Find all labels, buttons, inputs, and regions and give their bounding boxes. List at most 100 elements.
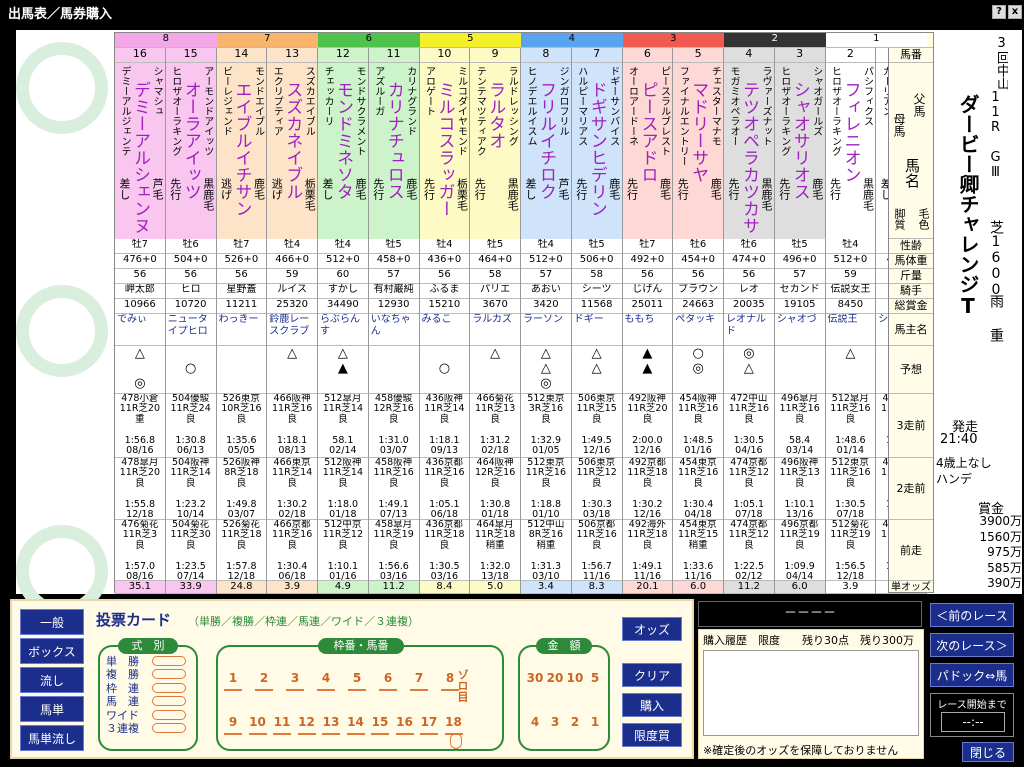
amount-20[interactable]: 20 [546, 671, 564, 685]
umaban-4[interactable]: 4 [317, 671, 335, 685]
mode-umatan-button[interactable]: 馬単 [20, 696, 84, 722]
umaban-bar [297, 733, 316, 735]
bet-type-row[interactable]: 馬 連 [106, 695, 192, 708]
horse-name[interactable]: デミーアルシェンヌ [128, 81, 153, 239]
prediction-mark: ○ [184, 361, 197, 376]
race-3-back-line [623, 425, 673, 435]
race-2-back-line [420, 489, 470, 499]
race-last-line: 良 [439, 539, 450, 551]
coat-color: 鹿毛 [709, 178, 723, 200]
zoro-toggle[interactable] [450, 733, 462, 749]
race-3-back-line: 03/07 [379, 444, 408, 456]
load-weight: 57 [521, 269, 571, 284]
prize-2: 1560万 [979, 529, 1022, 544]
sex-age: 牡6 [673, 239, 723, 254]
win-odds: 3.9 [267, 581, 317, 594]
bet-type-row[interactable]: 単 勝 [106, 655, 192, 668]
umaban-6[interactable]: 6 [379, 671, 397, 685]
race-2-back: 512阪神 11R芝14 良 1:18.0 01/18 [318, 458, 368, 520]
umaban-18[interactable]: 18 [445, 715, 463, 729]
limit-buy-button[interactable]: 限度買 [622, 723, 682, 747]
umaban-17[interactable]: 17 [420, 715, 438, 729]
amount-30[interactable]: 30 [526, 671, 544, 685]
umaban-1[interactable]: 1 [224, 671, 242, 685]
umaban-11[interactable]: 11 [273, 715, 291, 729]
amount-5[interactable]: 5 [586, 671, 604, 685]
horse-name[interactable]: スズカネイブル [280, 81, 305, 239]
win-odds: 3.9 [825, 581, 876, 594]
help-button[interactable]: ? [992, 5, 1006, 19]
amount-10[interactable]: 10 [566, 671, 584, 685]
race-last: 454東京 11R芝15 稍重 1:33.6 11/16 [673, 520, 723, 581]
amount-1[interactable]: 1 [586, 715, 604, 729]
bet-type-toggle[interactable] [152, 669, 186, 680]
horse-name[interactable]: ラルタオ [483, 81, 508, 239]
bet-type-toggle[interactable] [152, 696, 186, 707]
paddock-toggle-button[interactable]: パドック⇔馬券 [930, 663, 1014, 707]
close-button[interactable]: 閉じる [962, 742, 1014, 762]
race-3-back-line: 良 [287, 413, 297, 425]
horse-name[interactable]: フリルイチロク [534, 81, 559, 239]
prediction-mark [217, 376, 267, 391]
amount-2[interactable]: 2 [566, 715, 584, 729]
prediction-marks: △ ▲ [318, 346, 368, 394]
win-odds: 8.3 [571, 581, 622, 594]
mode-umatan-nagashi-button[interactable]: 馬単流し [20, 725, 84, 751]
bet-type-row[interactable]: ワイド [106, 709, 192, 722]
horse-name[interactable]: ドギサンヒデリン [585, 81, 610, 239]
horse-name[interactable]: ミルコスラッガー [433, 81, 458, 239]
race-last: 512菊花 11R芝19 良 1:56.5 12/18 [825, 520, 876, 581]
bet-type-toggle[interactable] [152, 709, 186, 720]
mode-general-button[interactable]: 一般 [20, 609, 84, 635]
bet-type-row[interactable]: ３連複 [106, 722, 192, 735]
umaban-9[interactable]: 9 [224, 715, 242, 729]
horse-name[interactable]: カリナチュロス [382, 81, 407, 239]
purchase-button[interactable]: 購入 [622, 693, 682, 717]
run-style: 先行 [828, 178, 842, 200]
coat-color: 黒鹿毛 [760, 178, 773, 211]
close-window-button[interactable]: x [1008, 5, 1022, 19]
bet-type-toggle[interactable] [152, 682, 186, 693]
horse-name[interactable]: フィレニオン [839, 81, 864, 239]
umaban-12[interactable]: 12 [298, 715, 316, 729]
mode-nagashi-button[interactable]: 流し [20, 667, 84, 693]
odds-button[interactable]: オッズ [622, 617, 682, 641]
body-weight: 492+0 [622, 254, 673, 269]
horse-name[interactable]: オーラアイッツ [179, 81, 204, 239]
horse-name[interactable]: エイブルイチサン [230, 81, 255, 239]
horse-name[interactable]: マドリーサヤ [686, 81, 711, 239]
umaban-15[interactable]: 15 [371, 715, 389, 729]
bet-type-toggle[interactable] [152, 722, 186, 733]
horse-number: 11 [368, 48, 419, 63]
umaban-13[interactable]: 13 [322, 715, 340, 729]
race-3-back: 512皐月 11R芝14 良 58.1 02/14 [318, 394, 368, 458]
amount-3[interactable]: 3 [546, 715, 564, 729]
bet-type-row[interactable]: 複 勝 [106, 668, 192, 681]
umaban-16[interactable]: 16 [396, 715, 414, 729]
prediction-mark [166, 376, 216, 391]
umaban-3[interactable]: 3 [286, 671, 304, 685]
bet-type-toggle[interactable] [152, 656, 186, 666]
horse-name[interactable]: ピースアドロ [636, 81, 661, 239]
mode-box-button[interactable]: ボックス [20, 638, 84, 664]
umaban-14[interactable]: 14 [347, 715, 365, 729]
umaban-10[interactable]: 10 [249, 715, 267, 729]
amount-4[interactable]: 4 [526, 715, 544, 729]
horse-name[interactable]: テツオペラカツカサ [737, 81, 762, 239]
race-last: 512中山 8R芝16 稍重 1:31.3 03/10 [521, 520, 571, 581]
bet-type-row[interactable]: 枠 連 [106, 682, 192, 695]
owner-name: ももち [622, 314, 673, 346]
history-list[interactable] [703, 650, 919, 736]
race-3-back-line: 良 [541, 413, 551, 425]
race-last-line: 良 [642, 539, 653, 551]
clear-button[interactable]: クリア [622, 663, 682, 687]
horse-name[interactable]: シャオサリオス [788, 81, 813, 239]
umaban-7[interactable]: 7 [410, 671, 428, 685]
umaban-2[interactable]: 2 [255, 671, 273, 685]
next-race-button[interactable]: 次のレース＞ [930, 633, 1014, 657]
prev-race-button[interactable]: ＜前のレース [930, 603, 1014, 627]
horse-name[interactable]: モンドミネソタ [331, 81, 356, 239]
umaban-5[interactable]: 5 [348, 671, 366, 685]
load-weight: 56 [216, 269, 267, 284]
prediction-marks: △ [825, 346, 876, 394]
